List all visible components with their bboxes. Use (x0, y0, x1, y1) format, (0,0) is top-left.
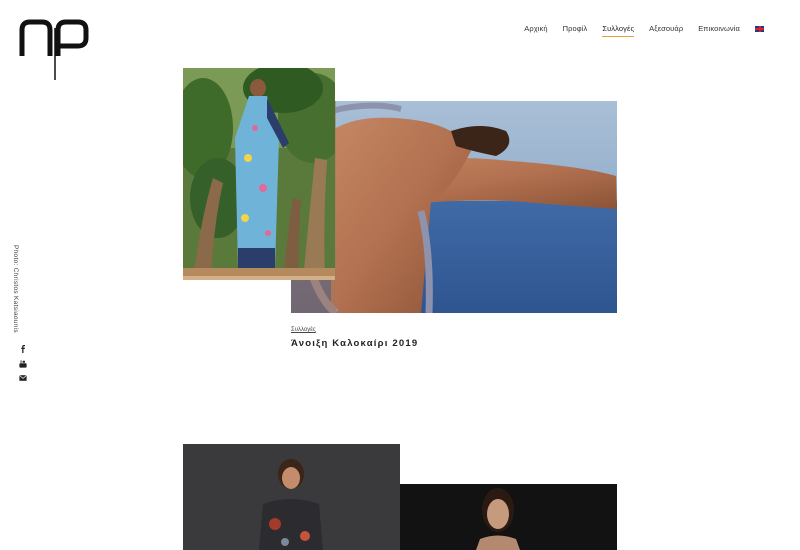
facebook-icon[interactable] (18, 344, 28, 354)
brand-logo[interactable] (18, 18, 90, 82)
post-title[interactable]: Άνοιξη Καλοκαίρι 2019 (291, 338, 418, 349)
post-image-dark-studio[interactable] (183, 444, 400, 550)
photo-credit: Photo: Christos Katsiaounis (12, 245, 19, 333)
nav-item-profile[interactable]: Προφίλ (563, 24, 588, 33)
post-image-beach[interactable] (291, 101, 617, 313)
email-icon[interactable] (18, 373, 28, 383)
main-nav: Αρχική Προφίλ Συλλογές Αξεσουάρ Επικοινω… (509, 24, 764, 37)
nav-item-collections[interactable]: Συλλογές (602, 24, 634, 37)
nav-item-contact[interactable]: Επικοινωνία (698, 24, 740, 33)
nav-item-accessories[interactable]: Αξεσουάρ (649, 24, 683, 33)
post-category-link[interactable]: Συλλογές (291, 327, 316, 333)
post-image-palm-dress[interactable] (183, 68, 335, 280)
uk-flag-icon[interactable] (755, 25, 764, 32)
nav-item-home[interactable]: Αρχική (524, 24, 547, 33)
youtube-icon[interactable] (18, 359, 28, 369)
post-image-black-portrait[interactable] (400, 484, 617, 550)
